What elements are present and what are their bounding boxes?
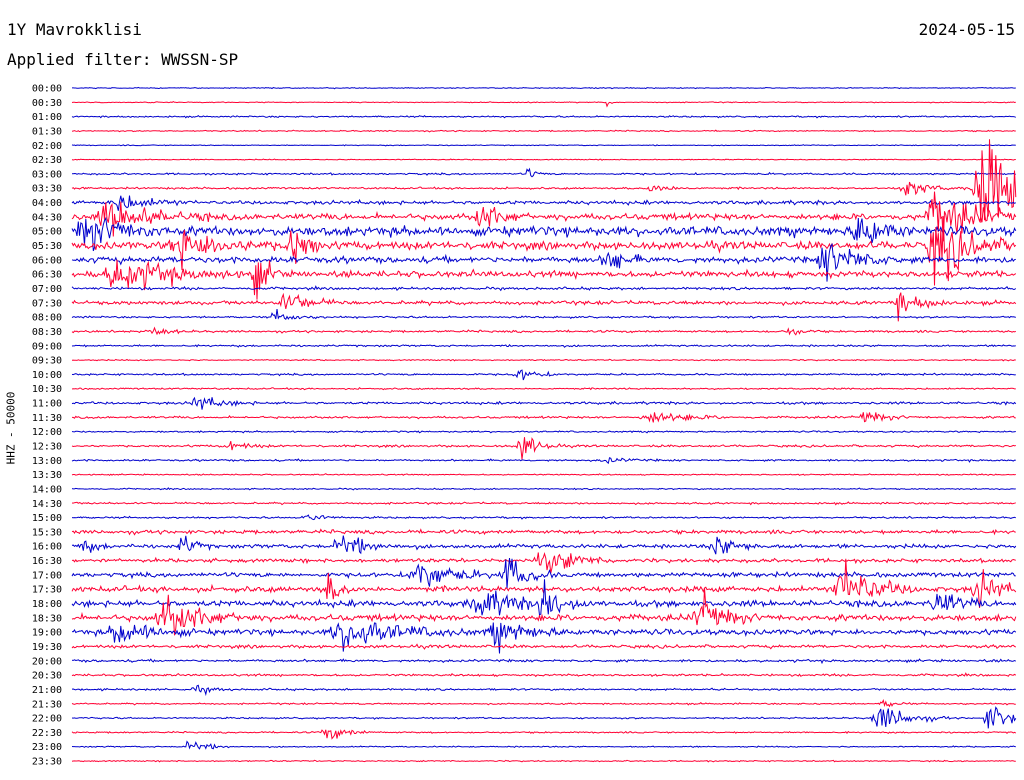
trace-row-1400: [71, 487, 1016, 491]
row-label-0530: 05:30: [32, 241, 62, 252]
trace-row-1600: [71, 535, 1017, 555]
row-label-0430: 04:30: [32, 212, 62, 223]
trace-row-2100: [71, 684, 1016, 697]
row-label-1800: 18:00: [32, 599, 62, 610]
row-label-1330: 13:30: [32, 470, 62, 481]
row-label-2000: 20:00: [32, 656, 62, 667]
row-label-2130: 21:30: [32, 699, 62, 710]
trace-row-1930: [71, 643, 1017, 650]
row-label-1000: 10:00: [32, 370, 62, 381]
row-label-0230: 02:30: [32, 155, 62, 166]
row-label-0930: 09:30: [32, 356, 62, 367]
row-label-0630: 06:30: [32, 270, 62, 281]
row-label-1130: 11:30: [32, 413, 62, 424]
row-label-1430: 14:30: [32, 499, 62, 510]
row-label-2030: 20:30: [32, 671, 62, 682]
trace-row-0400: [71, 195, 1017, 211]
row-label-1600: 16:00: [32, 542, 62, 553]
row-label-0200: 02:00: [32, 141, 62, 152]
row-label-1300: 13:00: [32, 456, 62, 467]
trace-row-1500: [71, 514, 1016, 521]
row-label-0000: 00:00: [32, 84, 62, 95]
row-label-1230: 12:30: [32, 442, 62, 453]
helicorder-plot: 00:00 00:30 01:00 01:30 02:00 02:30 03:00 03:30…: [32, 84, 1017, 768]
row-label-1900: 19:00: [32, 628, 62, 639]
row-label-0600: 06:00: [32, 255, 62, 266]
trace-row-0330: [71, 139, 1017, 223]
trace-row-0830: [71, 326, 1016, 336]
trace-row-2000: [71, 658, 1017, 665]
trace-row-1230: [71, 437, 1016, 460]
seismic-traces: [71, 86, 1017, 763]
row-label-1730: 17:30: [32, 585, 62, 596]
trace-row-0430: [71, 191, 1017, 242]
trace-row-1900: [71, 622, 1017, 654]
row-label-2300: 23:00: [32, 742, 62, 753]
row-label-0800: 08:00: [32, 313, 62, 324]
trace-row-0100: [71, 114, 1016, 119]
trace-row-2130: [71, 698, 1016, 708]
trace-row-0800: [71, 309, 1016, 320]
row-label-0330: 03:30: [32, 184, 62, 195]
trace-row-2300: [71, 740, 1016, 750]
row-label-0400: 04:00: [32, 198, 62, 209]
trace-row-0700: [71, 285, 1017, 292]
row-label-1200: 12:00: [32, 427, 62, 438]
trace-row-0930: [71, 358, 1016, 362]
trace-row-1800: [71, 579, 1017, 616]
trace-row-1130: [72, 411, 1016, 423]
trace-row-1030: [71, 387, 1016, 391]
row-label-0300: 03:00: [32, 169, 62, 180]
row-label-1500: 15:00: [32, 513, 62, 524]
trace-row-1100: [71, 396, 1017, 410]
trace-row-1530: [71, 528, 1016, 536]
row-label-0130: 01:30: [32, 126, 62, 137]
row-label-1700: 17:00: [32, 570, 62, 581]
row-label-1030: 10:30: [32, 384, 62, 395]
trace-row-0000: [72, 86, 1016, 90]
row-label-2230: 22:30: [32, 728, 62, 739]
row-label-0030: 00:30: [32, 98, 62, 109]
trace-row-1300: [71, 457, 1016, 465]
trace-row-1330: [71, 473, 1016, 477]
trace-row-2200: [71, 706, 1017, 729]
trace-row-0630: [71, 259, 1017, 300]
trace-row-0200: [71, 144, 1016, 147]
row-label-1830: 18:30: [32, 613, 62, 624]
row-label-0900: 09:00: [32, 341, 62, 352]
row-label-1100: 11:00: [32, 399, 62, 410]
row-label-0100: 01:00: [32, 112, 62, 123]
row-label-1930: 19:30: [32, 642, 62, 653]
row-label-0500: 05:00: [32, 227, 62, 238]
trace-row-2230: [71, 729, 1017, 740]
trace-row-2030: [71, 672, 1017, 678]
trace-row-0130: [71, 129, 1016, 133]
trace-row-0300: [71, 167, 1016, 178]
row-label-0830: 08:30: [32, 327, 62, 338]
row-label-2200: 22:00: [32, 714, 62, 725]
row-label-2100: 21:00: [32, 685, 62, 696]
row-label-2330: 23:30: [32, 757, 62, 768]
row-tick-labels: 00:00 00:30 01:00 01:30 02:00 02:30 03:00 03:30…: [32, 84, 62, 768]
row-label-0700: 07:00: [32, 284, 62, 295]
trace-row-1430: [71, 501, 1016, 506]
row-label-1630: 16:30: [32, 556, 62, 567]
row-label-1400: 14:00: [32, 484, 62, 495]
trace-row-0030: [71, 101, 1016, 108]
trace-row-0230: [71, 158, 1016, 161]
trace-row-2330: [71, 759, 1016, 763]
trace-row-0900: [71, 344, 1016, 348]
row-label-1530: 15:30: [32, 527, 62, 538]
trace-row-1000: [71, 369, 1016, 381]
trace-row-1630: [71, 551, 1016, 574]
row-label-0730: 07:30: [32, 298, 62, 309]
trace-row-1200: [71, 430, 1016, 434]
